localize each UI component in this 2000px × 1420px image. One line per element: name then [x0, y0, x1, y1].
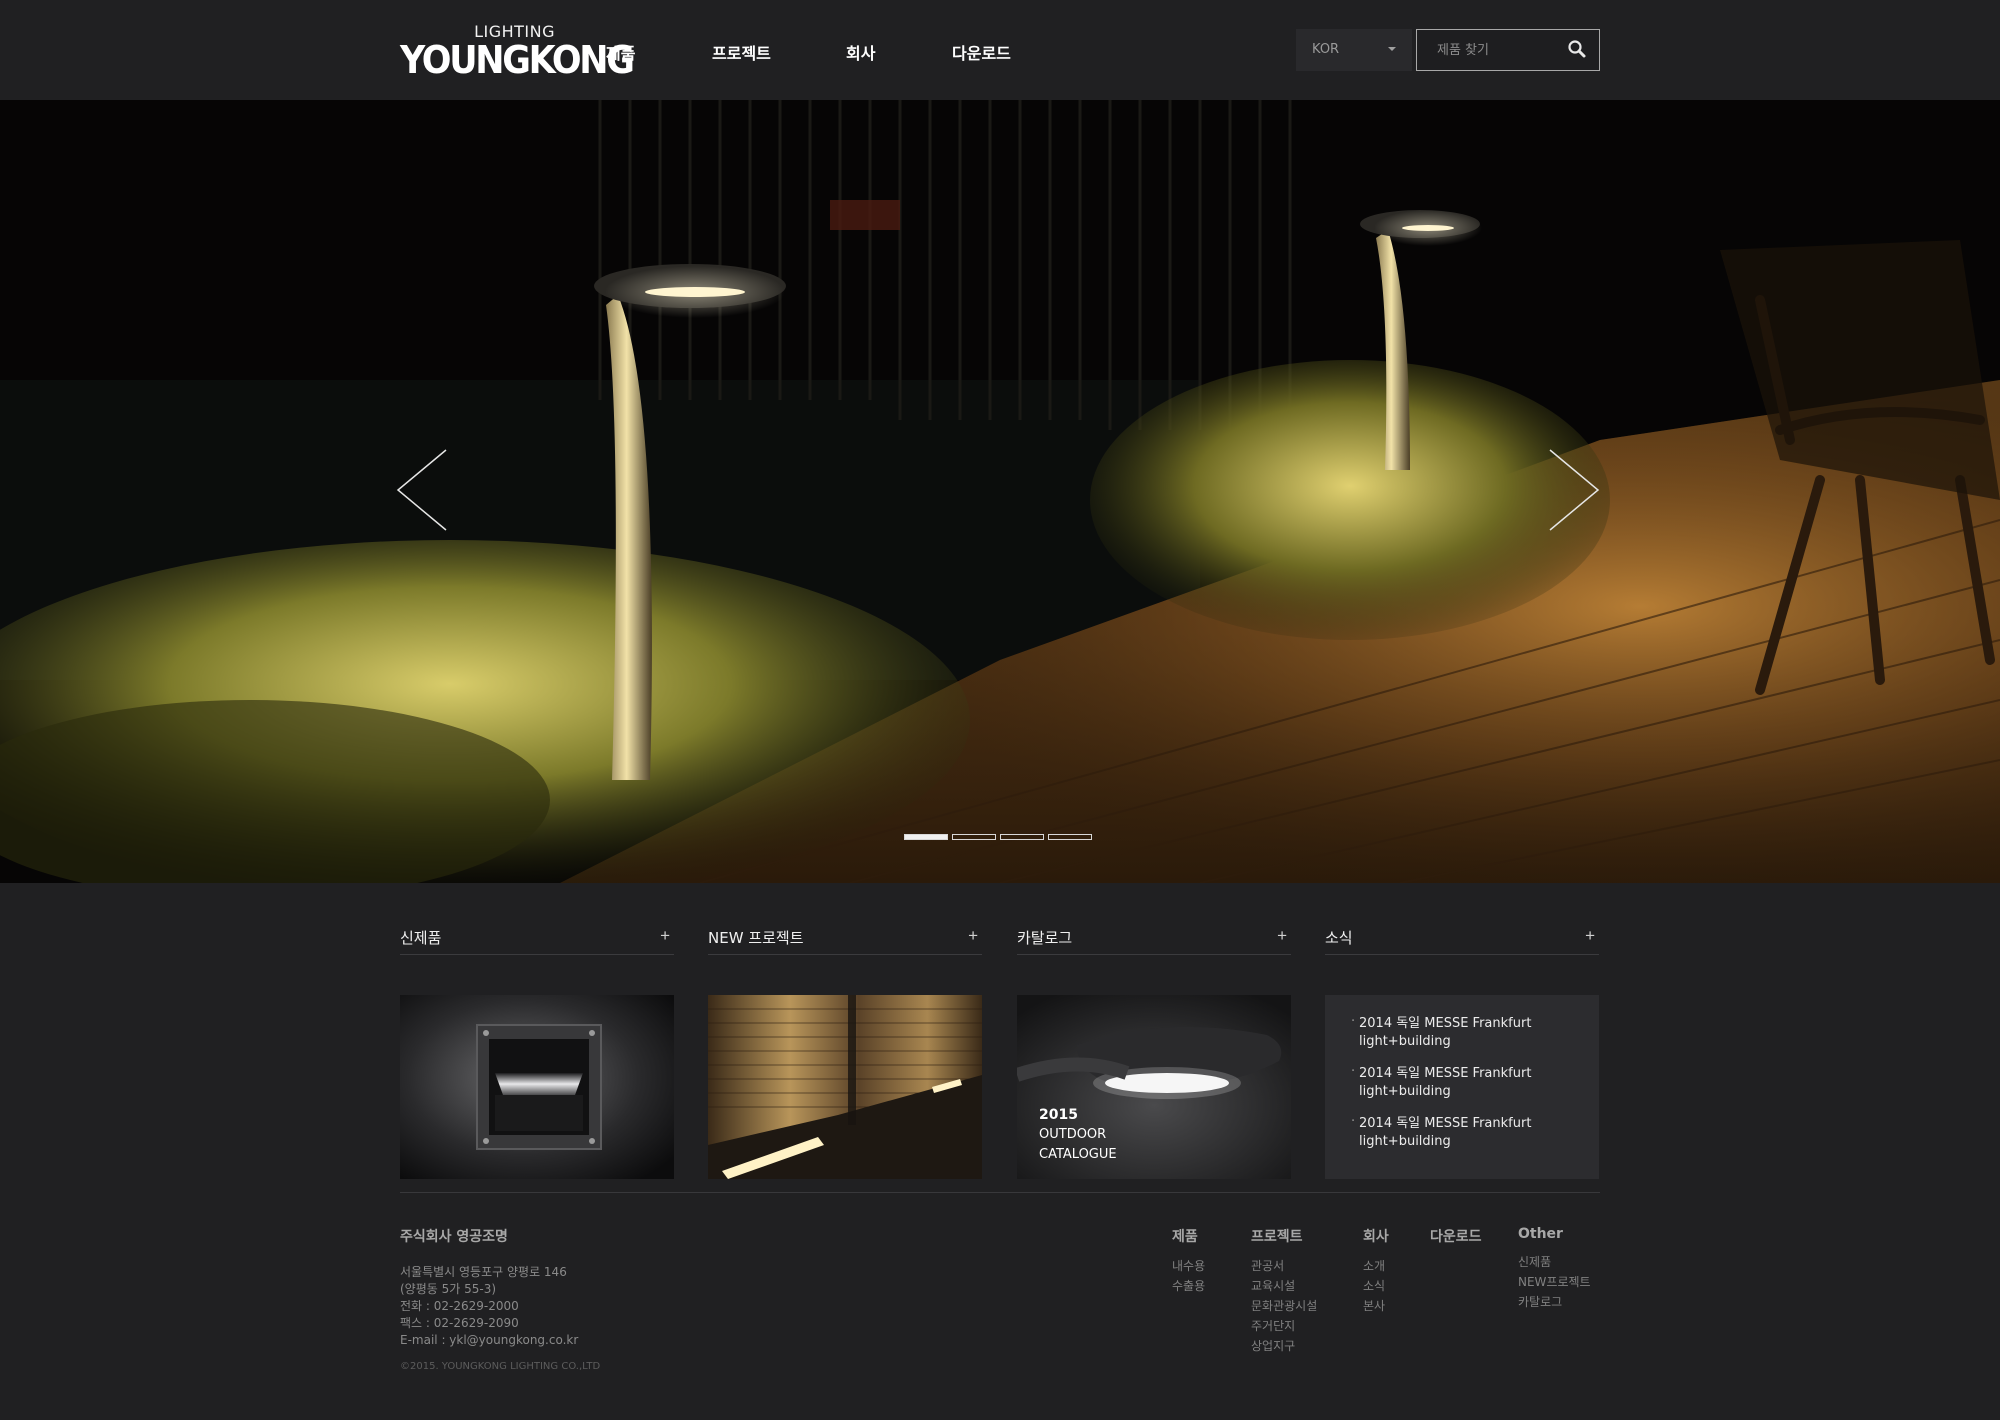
footer-link[interactable]: 카탈로그 — [1518, 1292, 1591, 1312]
news-item-line2: light+building — [1359, 1084, 1451, 1099]
news-item-line2: light+building — [1359, 1034, 1451, 1049]
fax: 팩스 : 02-2629-2090 — [400, 1316, 519, 1330]
footer-heading[interactable]: 제품 — [1172, 1226, 1205, 1246]
section-header: 카탈로그 + — [1017, 927, 1291, 955]
footer-divider — [400, 1192, 1600, 1193]
plus-icon[interactable]: + — [968, 927, 978, 945]
nav-item-company[interactable]: 회사 — [846, 40, 952, 64]
news-item[interactable]: 2014 독일 MESSE Frankfurt light+building — [1351, 1063, 1599, 1101]
news-list: 2014 독일 MESSE Frankfurt light+building 2… — [1325, 995, 1599, 1179]
section-title: 카탈로그 — [1017, 929, 1073, 947]
hero-image — [0, 100, 2000, 883]
footer-link[interactable]: 내수용 — [1172, 1256, 1205, 1276]
catalogue-image[interactable]: 2015 OUTDOOR CATALOGUE — [1017, 995, 1291, 1179]
footer-heading[interactable]: Other — [1518, 1226, 1591, 1242]
news-item-line1: 2014 독일 MESSE Frankfurt — [1359, 1016, 1532, 1031]
address-line-2: (양평동 5가 55-3) — [400, 1282, 497, 1296]
slide-indicators — [904, 834, 1096, 840]
section-news: 소식 + 2014 독일 MESSE Frankfurt light+build… — [1325, 927, 1599, 1179]
new-project-image[interactable] — [708, 995, 982, 1179]
section-new-products: 신제품 + — [400, 927, 674, 1179]
section-header: 신제품 + — [400, 927, 674, 955]
chevron-right-icon[interactable] — [1540, 448, 1600, 532]
slide-dot-3[interactable] — [1000, 834, 1044, 840]
footer-col-other: Other 신제품 NEW프로젝트 카탈로그 — [1518, 1226, 1591, 1312]
phone: 전화 : 02-2629-2000 — [400, 1299, 519, 1313]
footer-heading[interactable]: 프로젝트 — [1251, 1226, 1317, 1246]
chevron-left-icon[interactable] — [396, 448, 456, 532]
nav-item-download[interactable]: 다운로드 — [952, 40, 1011, 64]
footer-col-products: 제품 내수용 수출용 — [1172, 1226, 1205, 1296]
footer-link[interactable]: 상업지구 — [1251, 1336, 1317, 1356]
plus-icon[interactable]: + — [1585, 927, 1595, 945]
logo[interactable]: LIGHTING YOUNGKONG — [400, 22, 635, 82]
logo-wordmark: YOUNGKONG — [400, 38, 635, 82]
footer-col-download: 다운로드 — [1430, 1226, 1482, 1256]
language-value: KOR — [1312, 42, 1340, 57]
section-catalogue: 카탈로그 + 2015 OUTDOOR CATALOGUE — [1017, 927, 1291, 1179]
new-product-image[interactable] — [400, 995, 674, 1179]
footer-col-projects: 프로젝트 관공서 교육시설 문화관광시설 주거단지 상업지구 — [1251, 1226, 1317, 1356]
footer-heading[interactable]: 회사 — [1363, 1226, 1389, 1246]
address-line-1: 서울특별시 영등포구 양평로 146 — [400, 1265, 567, 1279]
main-nav: 제품 프로젝트 회사 다운로드 — [606, 40, 1011, 64]
footer-link[interactable]: 주거단지 — [1251, 1316, 1317, 1336]
language-select[interactable]: KOR — [1296, 29, 1412, 71]
search-icon[interactable] — [1565, 38, 1589, 62]
footer-link[interactable]: 관공서 — [1251, 1256, 1317, 1276]
footer-link[interactable]: 문화관광시설 — [1251, 1296, 1317, 1316]
footer-link[interactable]: 수출용 — [1172, 1276, 1205, 1296]
section-new-projects: NEW 프로젝트 + — [708, 927, 982, 1179]
footer-link[interactable]: 소식 — [1363, 1276, 1389, 1296]
catalogue-year: 2015 — [1039, 1107, 1078, 1123]
news-item-line1: 2014 독일 MESSE Frankfurt — [1359, 1066, 1532, 1081]
company-info: 주식회사 영공조명 서울특별시 영등포구 양평로 146 (양평동 5가 55-… — [400, 1226, 600, 1372]
section-title: NEW 프로젝트 — [708, 929, 804, 947]
footer-link[interactable]: 교육시설 — [1251, 1276, 1317, 1296]
news-item[interactable]: 2014 독일 MESSE Frankfurt light+building — [1351, 1113, 1599, 1151]
footer-col-company: 회사 소개 소식 본사 — [1363, 1226, 1389, 1316]
nav-item-products[interactable]: 제품 — [606, 40, 712, 64]
section-header: NEW 프로젝트 + — [708, 927, 982, 955]
slide-dot-4[interactable] — [1048, 834, 1092, 840]
footer-link[interactable]: NEW프로젝트 — [1518, 1272, 1591, 1292]
site-header: LIGHTING YOUNGKONG 제품 프로젝트 회사 다운로드 KOR — [0, 0, 2000, 100]
news-item-line1: 2014 독일 MESSE Frankfurt — [1359, 1116, 1532, 1131]
company-name: 주식회사 영공조명 — [400, 1229, 508, 1245]
footer-link[interactable]: 신제품 — [1518, 1252, 1591, 1272]
footer-link[interactable]: 본사 — [1363, 1296, 1389, 1316]
news-item[interactable]: 2014 독일 MESSE Frankfurt light+building — [1351, 1013, 1599, 1051]
section-title: 신제품 — [400, 929, 442, 947]
catalogue-line1: OUTDOOR — [1039, 1127, 1107, 1142]
nav-item-projects[interactable]: 프로젝트 — [712, 40, 846, 64]
catalogue-label: 2015 OUTDOOR CATALOGUE — [1039, 1105, 1117, 1165]
section-title: 소식 — [1325, 929, 1353, 947]
section-header: 소식 + — [1325, 927, 1599, 955]
plus-icon[interactable]: + — [1277, 927, 1287, 945]
slide-dot-1[interactable] — [904, 834, 948, 840]
caret-down-icon — [1388, 47, 1396, 51]
search-box — [1416, 29, 1600, 71]
footer-link[interactable]: 소개 — [1363, 1256, 1389, 1276]
email: E-mail : ykl@youngkong.co.kr — [400, 1333, 579, 1347]
hero-slider — [0, 100, 2000, 883]
copyright: ©2015. YOUNGKONG LIGHTING CO.,LTD — [400, 1361, 601, 1372]
catalogue-line2: CATALOGUE — [1039, 1147, 1117, 1162]
news-item-line2: light+building — [1359, 1134, 1451, 1149]
search-input[interactable] — [1417, 30, 1557, 70]
plus-icon[interactable]: + — [660, 927, 670, 945]
footer-heading[interactable]: 다운로드 — [1430, 1226, 1482, 1246]
slide-dot-2[interactable] — [952, 834, 996, 840]
